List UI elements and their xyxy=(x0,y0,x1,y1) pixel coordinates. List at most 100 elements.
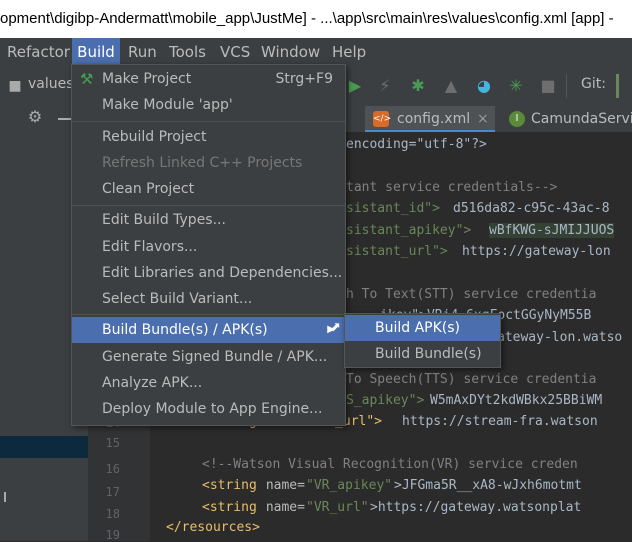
code-token: >JFGma5R__xA8-wJxh6motmt xyxy=(394,478,582,493)
git-label: Git: xyxy=(581,76,606,92)
code-token: <string xyxy=(202,478,257,493)
menu-item-label: Analyze APK... xyxy=(102,375,203,391)
code-line: <!--Watson Visual Recognition(VR) servic… xyxy=(202,457,578,472)
menu-item-edit-libraries[interactable]: Edit Libraries and Dependencies... xyxy=(72,260,345,286)
hammer-icon: ⚒ xyxy=(80,70,94,88)
code-line: W5mAxDYt2kdWBkx25BBiWM xyxy=(430,393,603,408)
menu-bar: Refactor Build Run Tools VCS Window Help xyxy=(0,38,632,66)
menu-item-label: Make Module 'app' xyxy=(102,97,233,113)
tab-config-xml[interactable]: </> config.xml × xyxy=(365,106,495,132)
submenu-item-label: Build Bundle(s) xyxy=(375,346,482,362)
gear-icon[interactable]: ⚙ xyxy=(24,106,46,128)
menu-separator xyxy=(72,121,345,122)
code-token: >https://gateway.watsonplat xyxy=(370,500,582,515)
tab-camunda-label: CamundaServic xyxy=(531,111,632,127)
code-line: tant service credentials--> xyxy=(346,180,558,195)
editor-tab-bar: </> config.xml × I CamundaServic xyxy=(345,106,632,132)
menu-item-select-build-variant[interactable]: Select Build Variant... xyxy=(72,286,345,312)
menu-item-make-project[interactable]: ⚒ Make Project Strg+F9 xyxy=(72,66,345,92)
menu-item-label: Generate Signed Bundle / APK... xyxy=(102,349,328,365)
close-tab-icon[interactable]: × xyxy=(477,106,489,132)
menu-item-label: Edit Build Types... xyxy=(102,212,226,228)
tab-camunda-service[interactable]: I CamundaServic xyxy=(505,106,632,132)
code-line: d516da82-c95c-43ac-8 xyxy=(453,201,610,216)
code-line: https://gateway-lon xyxy=(462,244,611,259)
code-line: To Speech(TTS) service credentia xyxy=(346,372,597,387)
code-token: "VR_url" xyxy=(306,500,369,515)
menu-item-edit-build-types[interactable]: Edit Build Types... xyxy=(72,207,345,233)
code-line: h To Text(STT) service credentia xyxy=(346,287,597,302)
code-token: name= xyxy=(258,500,305,515)
menu-refactor[interactable]: Refactor xyxy=(7,38,70,66)
xml-file-icon: </> xyxy=(373,111,391,127)
minimize-icon[interactable] xyxy=(58,118,72,120)
menu-item-label: Deploy Module to App Engine... xyxy=(102,401,323,417)
run-icon[interactable]: ▶ xyxy=(344,75,366,97)
class-icon: I xyxy=(509,111,525,127)
submenu-item-label: Build APK(s) xyxy=(375,320,461,336)
window-title-bar: opment\digibp-Andermatt\mobile_app\JustM… xyxy=(0,0,632,38)
tab-config-label: config.xml xyxy=(397,111,471,127)
code-line: sistant_url"> xyxy=(346,244,448,259)
menu-help[interactable]: Help xyxy=(332,38,372,66)
submenu-item-build-bundle[interactable]: Build Bundle(s) xyxy=(345,341,500,367)
code-line: https://stream-fra.watson xyxy=(402,414,598,429)
menu-separator xyxy=(72,205,345,206)
stop-icon[interactable]: ■ xyxy=(537,75,559,97)
line-number: 19 xyxy=(105,528,120,542)
tree-marker xyxy=(4,492,6,502)
breadcrumb-values[interactable]: values xyxy=(28,76,74,92)
code-token: <string xyxy=(202,500,257,515)
coverage-icon[interactable]: ✳ xyxy=(505,75,527,97)
code-token: "VR_apikey" xyxy=(306,478,393,493)
menu-item-label: Select Build Variant... xyxy=(102,291,253,307)
menu-item-generate-signed-bundle[interactable]: Generate Signed Bundle / APK... xyxy=(72,344,345,370)
toolbar-divider xyxy=(566,74,567,98)
menu-item-label: Make Project xyxy=(102,71,192,87)
build-bundle-submenu: Build APK(s) Build Bundle(s) xyxy=(344,313,501,368)
menu-run[interactable]: Run xyxy=(128,38,160,66)
submenu-item-build-apk[interactable]: Build APK(s) xyxy=(345,315,500,341)
debug-icon[interactable]: ✱ xyxy=(407,75,429,97)
menu-item-label: Edit Flavors... xyxy=(102,239,198,255)
menu-item-build-bundle-apk[interactable]: Build Bundle(s) / APK(s) ▶ xyxy=(72,317,345,343)
attach-debugger-icon[interactable]: ▲ xyxy=(440,75,462,97)
build-menu: ⚒ Make Project Strg+F9 Make Module 'app'… xyxy=(71,64,346,426)
menu-item-label: Rebuild Project xyxy=(102,129,207,145)
code-line: S_apikey"> xyxy=(346,393,425,408)
line-number: 18 xyxy=(105,507,120,521)
line-number: 17 xyxy=(105,485,120,499)
selected-tree-row[interactable] xyxy=(0,436,88,458)
menu-item-edit-flavors[interactable]: Edit Flavors... xyxy=(72,234,345,260)
menu-item-label: Clean Project xyxy=(102,181,195,197)
menu-item-clean-project[interactable]: Clean Project xyxy=(72,176,345,202)
code-line: ateway-lon.watso xyxy=(497,330,623,345)
menu-item-label: Edit Libraries and Dependencies... xyxy=(102,265,343,281)
menu-item-label: Refresh Linked C++ Projects xyxy=(102,155,303,171)
git-update-icon[interactable] xyxy=(616,74,619,98)
window-title: opment\digibp-Andermatt\mobile_app\JustM… xyxy=(0,10,614,27)
code-token: name= xyxy=(258,478,305,493)
menu-item-label: Build Bundle(s) / APK(s) xyxy=(102,322,268,338)
menu-item-rebuild-project[interactable]: Rebuild Project xyxy=(72,124,345,150)
code-line: sistant_id"> xyxy=(346,201,440,216)
menu-item-make-module[interactable]: Make Module 'app' xyxy=(72,92,345,118)
menu-vcs[interactable]: VCS xyxy=(220,38,252,66)
code-line: wBfKWG-sJMIJJUOS xyxy=(489,223,615,238)
menu-item-shortcut: Strg+F9 xyxy=(275,71,333,87)
line-number: 15 xyxy=(105,436,120,450)
menu-separator xyxy=(72,314,345,315)
menu-tools[interactable]: Tools xyxy=(169,38,211,66)
line-number: 16 xyxy=(105,462,120,476)
profiler-icon[interactable]: ◕ xyxy=(473,75,495,97)
menu-item-analyze-apk[interactable]: Analyze APK... xyxy=(72,370,345,396)
code-line: </resources> xyxy=(166,520,260,535)
code-line: sistant_apikey"> xyxy=(346,223,472,238)
menu-item-refresh-linked-cpp: Refresh Linked C++ Projects xyxy=(72,150,345,176)
menu-item-deploy-app-engine[interactable]: Deploy Module to App Engine... xyxy=(72,396,345,422)
menu-build[interactable]: Build xyxy=(72,38,120,66)
menu-window[interactable]: Window xyxy=(261,38,323,66)
mouse-cursor-icon: ⬈ xyxy=(330,320,341,335)
lightning-icon[interactable]: ⚡ xyxy=(374,75,396,97)
code-line: encoding="utf-8"?> xyxy=(346,137,487,152)
